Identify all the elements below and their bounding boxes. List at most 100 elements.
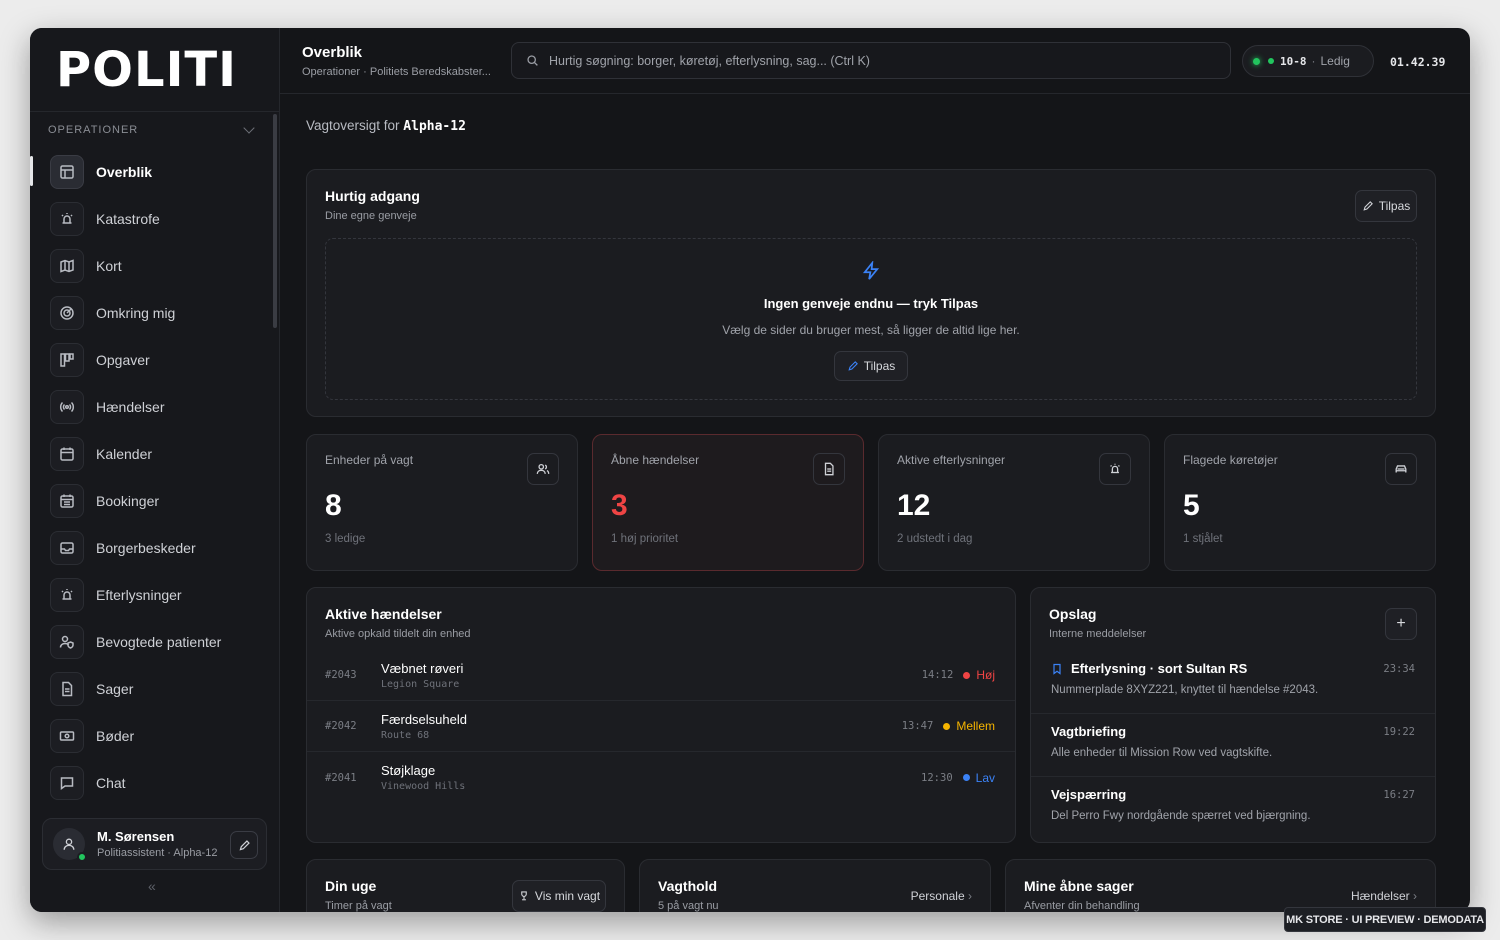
overview-heading: Vagtoversigt for Alpha-12 [306,118,466,134]
shortcuts-empty-state: Ingen genveje endnu — tryk Tilpas Vælg d… [325,238,1417,400]
edit-profile-button[interactable] [230,831,258,859]
page-header: Overblik Operationer · Politiets Beredsk… [302,44,491,78]
incidents-subtitle: Aktive opkald tildelt din enhed [325,628,471,640]
inbox-icon [50,530,84,565]
notice-time: 23:34 [1383,663,1415,675]
show-my-shift-button[interactable]: Vis min vagt [512,880,606,912]
pencil-icon [1363,201,1373,211]
incident-title: Støjklage [381,763,436,778]
incident-title: Færdselsuheld [381,711,467,727]
search-icon [527,55,538,66]
calendar-icon [50,436,84,471]
pencil-icon [239,839,250,850]
users-icon [527,453,559,485]
table-row[interactable]: #2043 Væbnet røveri Legion Square 14:12 Hø… [307,650,1015,701]
radar-icon [50,295,84,330]
search-input[interactable]: Hurtig søgning: borger, køretøj, efterly… [511,42,1231,79]
table-row[interactable]: #2042 Færdselsuheld Route 68 13:47 Mellem [307,701,1015,752]
user-card[interactable]: M. Sørensen Politiassistent · Alpha-12 [42,818,267,870]
stat-value: 5 [1183,489,1200,522]
stat-label: Enheder på vagt [325,453,414,467]
sidebar-item-opgaver[interactable]: Opgaver [30,336,279,383]
customize-button[interactable]: Tilpas [1355,190,1417,222]
trophy-icon [521,891,527,901]
table-row[interactable]: #2041 Støjklage Vinewood Hills 12:30 Lav [307,752,1015,803]
stat-sub: 1 høj prioritet [611,533,679,545]
stat-sub: 1 stjålet [1183,533,1223,545]
sidebar-item-omkring-mig[interactable]: Omkring mig [30,289,279,336]
sidebar-item-kort[interactable]: Kort [30,242,279,289]
stat-label: Aktive efterlysninger [897,453,1006,467]
sidebar-item-bookinger[interactable]: Bookinger [30,477,279,524]
section-header-operationer[interactable]: OPERATIONER [30,112,279,148]
priority-label: Lav [975,770,995,785]
siren-icon [1099,453,1131,485]
clock: 01.42.39 [1390,55,1446,69]
sidebar-item-overblik[interactable]: Overblik [30,148,279,195]
stat-value: 3 [611,489,628,522]
notice-title: Vagtbriefing [1051,724,1127,739]
list-item[interactable]: Efterlysning · sort Sultan RS Nummerplad… [1031,651,1435,714]
sidebar-scrollbar[interactable] [273,114,277,328]
user-icon [63,838,75,850]
document-icon [813,453,845,485]
quick-access-subtitle: Dine egne genveje [325,210,417,222]
shift-card: Vagthold 5 på vagt nu Personale › [639,859,991,912]
app-window: POLITI OPERATIONER Overblik Katastrofe K… [30,28,1470,912]
online-status-dot [77,852,87,862]
search-placeholder: Hurtig søgning: borger, køretøj, efterly… [549,53,870,68]
sidebar-nav: Overblik Katastrofe Kort Omkring mig Opg… [30,148,279,806]
sidebar-item-boeder[interactable]: Bøder [30,712,279,759]
stat-card-open-incidents[interactable]: Åbne hændelser 3 1 høj prioritet [592,434,864,571]
stat-value: 8 [325,489,342,522]
unit-name: Alpha-12 [403,119,466,134]
status-code: 10-8 [1280,54,1307,68]
stat-card-warrants[interactable]: Aktive efterlysninger 12 2 udstedt i dag [878,434,1150,571]
breadcrumb[interactable]: Operationer · Politiets Beredskabster... [302,66,491,78]
personnel-link[interactable]: Personale › [911,889,972,903]
map-icon [50,248,84,283]
stat-label: Flagede køretøjer [1183,453,1278,467]
incident-time: 13:47 [901,720,934,732]
notices-title: Opslag [1049,606,1097,622]
sidebar-item-katastrofe[interactable]: Katastrofe [30,195,279,242]
collapse-sidebar-button[interactable]: « [148,878,156,894]
status-dot-icon [1268,58,1274,64]
topbar: Overblik Operationer · Politiets Beredsk… [280,28,1470,94]
sidebar-item-sager[interactable]: Sager [30,665,279,712]
priority-dot-icon [943,722,951,730]
notice-title: Vejspærring [1051,787,1127,802]
stat-label: Åbne hændelser [611,453,700,467]
avatar [53,828,87,862]
list-item[interactable]: Vejspærring Del Perro Fwy nordgående spæ… [1031,777,1435,840]
siren-icon [50,201,84,236]
sidebar-item-chat[interactable]: Chat [30,759,279,806]
chevron-right-icon: › [968,889,972,903]
section-label: OPERATIONER [48,124,139,136]
chat-icon [50,765,84,800]
open-cases-card: Mine åbne sager Afventer din behandling … [1005,859,1436,912]
incident-location: Legion Square [381,678,460,690]
stat-card-flagged-vehicles[interactable]: Flagede køretøjer 5 1 stjålet [1164,434,1436,571]
stat-card-units[interactable]: Enheder på vagt 8 3 ledige [306,434,578,571]
stat-value: 12 [897,489,931,522]
notice-text: Alle enheder til Mission Row ved vagtski… [1051,747,1273,759]
file-icon [50,671,84,706]
incident-location: Route 68 [381,729,430,741]
sidebar-item-haendelser[interactable]: Hændelser [30,383,279,430]
unit-status-toggle[interactable]: 10-8 · Ledig [1242,45,1374,77]
incidents-link[interactable]: Hændelser › [1351,889,1417,903]
sidebar-item-kalender[interactable]: Kalender [30,430,279,477]
list-item[interactable]: Vagtbriefing Alle enheder til Mission Ro… [1031,714,1435,777]
status-separator: · [1311,54,1316,68]
sidebar-item-efterlysninger[interactable]: Efterlysninger [30,571,279,618]
add-notice-button[interactable]: + [1385,608,1417,640]
user-role: Politiassistent · Alpha-12 [97,847,218,859]
sidebar: POLITI OPERATIONER Overblik Katastrofe K… [30,28,280,912]
customize-shortcuts-button[interactable]: Tilpas [834,351,908,381]
broadcast-icon [50,389,84,424]
notice-text: Del Perro Fwy nordgående spærret ved bjæ… [1051,810,1311,822]
sidebar-item-bevogtede-patienter[interactable]: Bevogtede patienter [30,618,279,665]
priority-dot-icon [963,671,971,679]
sidebar-item-borgerbeskeder[interactable]: Borgerbeskeder [30,524,279,571]
